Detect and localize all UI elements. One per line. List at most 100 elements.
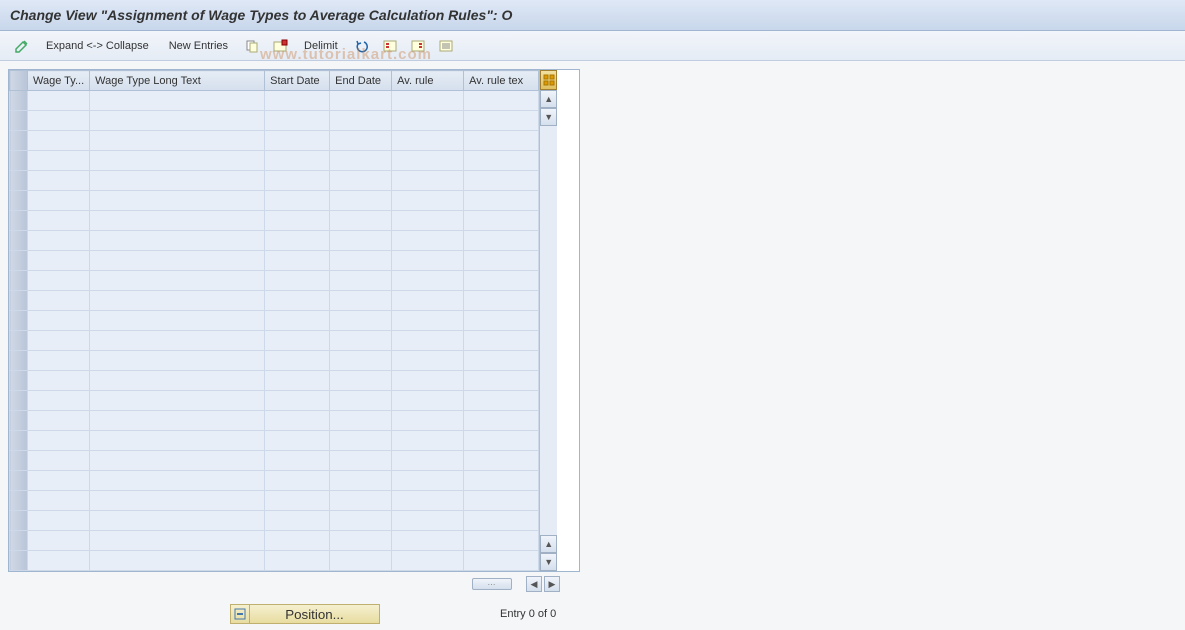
cell[interactable] <box>90 351 265 371</box>
cell[interactable] <box>392 431 464 451</box>
cell[interactable] <box>28 491 90 511</box>
cell[interactable] <box>330 91 392 111</box>
cell[interactable] <box>265 171 330 191</box>
cell[interactable] <box>28 91 90 111</box>
deselect-all-icon[interactable] <box>406 36 430 56</box>
cell[interactable] <box>392 251 464 271</box>
cell[interactable] <box>330 191 392 211</box>
new-entries-button[interactable]: New Entries <box>161 38 236 54</box>
cell[interactable] <box>28 231 90 251</box>
cell[interactable] <box>265 211 330 231</box>
cell[interactable] <box>90 431 265 451</box>
cell[interactable] <box>28 531 90 551</box>
cell[interactable] <box>90 451 265 471</box>
cell[interactable] <box>392 471 464 491</box>
cell[interactable] <box>392 291 464 311</box>
cell[interactable] <box>28 471 90 491</box>
cell[interactable] <box>90 511 265 531</box>
delimit-button[interactable]: Delimit <box>296 38 346 54</box>
cell[interactable] <box>392 511 464 531</box>
cell[interactable] <box>392 551 464 571</box>
cell[interactable] <box>464 311 539 331</box>
row-selector[interactable] <box>10 531 28 551</box>
cell[interactable] <box>330 531 392 551</box>
cell[interactable] <box>265 391 330 411</box>
cell[interactable] <box>90 251 265 271</box>
cell[interactable] <box>28 251 90 271</box>
cell[interactable] <box>392 351 464 371</box>
cell[interactable] <box>464 551 539 571</box>
scroll-right-icon[interactable]: ▶ <box>544 576 560 592</box>
col-wage-long-text[interactable]: Wage Type Long Text <box>90 71 265 91</box>
cell[interactable] <box>464 271 539 291</box>
cell[interactable] <box>265 331 330 351</box>
row-selector[interactable] <box>10 211 28 231</box>
cell[interactable] <box>330 291 392 311</box>
cell[interactable] <box>464 391 539 411</box>
cell[interactable] <box>330 111 392 131</box>
cell[interactable] <box>464 371 539 391</box>
cell[interactable] <box>464 291 539 311</box>
cell[interactable] <box>28 111 90 131</box>
cell[interactable] <box>90 271 265 291</box>
col-wage-type[interactable]: Wage Ty... <box>28 71 90 91</box>
select-all-rows[interactable] <box>10 71 28 91</box>
select-all-icon[interactable] <box>378 36 402 56</box>
cell[interactable] <box>392 151 464 171</box>
change-mode-icon[interactable] <box>10 36 34 56</box>
row-selector[interactable] <box>10 191 28 211</box>
cell[interactable] <box>265 131 330 151</box>
cell[interactable] <box>464 151 539 171</box>
undo-icon[interactable] <box>350 36 374 56</box>
cell[interactable] <box>265 431 330 451</box>
cell[interactable] <box>330 331 392 351</box>
cell[interactable] <box>464 191 539 211</box>
cell[interactable] <box>265 311 330 331</box>
row-selector[interactable] <box>10 231 28 251</box>
cell[interactable] <box>90 231 265 251</box>
cell[interactable] <box>330 451 392 471</box>
cell[interactable] <box>90 531 265 551</box>
cell[interactable] <box>330 371 392 391</box>
cell[interactable] <box>28 551 90 571</box>
position-button[interactable]: Position... <box>250 604 380 624</box>
cell[interactable] <box>28 171 90 191</box>
cell[interactable] <box>265 371 330 391</box>
cell[interactable] <box>28 311 90 331</box>
cell[interactable] <box>28 391 90 411</box>
cell[interactable] <box>90 211 265 231</box>
cell[interactable] <box>392 451 464 471</box>
cell[interactable] <box>90 391 265 411</box>
cell[interactable] <box>330 411 392 431</box>
cell[interactable] <box>330 491 392 511</box>
row-selector[interactable] <box>10 251 28 271</box>
cell[interactable] <box>330 131 392 151</box>
cell[interactable] <box>330 511 392 531</box>
cell[interactable] <box>28 371 90 391</box>
cell[interactable] <box>464 531 539 551</box>
cell[interactable] <box>330 431 392 451</box>
cell[interactable] <box>464 331 539 351</box>
cell[interactable] <box>464 351 539 371</box>
cell[interactable] <box>464 131 539 151</box>
row-selector[interactable] <box>10 351 28 371</box>
cell[interactable] <box>330 231 392 251</box>
row-selector[interactable] <box>10 511 28 531</box>
cell[interactable] <box>392 391 464 411</box>
row-selector[interactable] <box>10 311 28 331</box>
cell[interactable] <box>28 211 90 231</box>
cell[interactable] <box>28 431 90 451</box>
row-selector[interactable] <box>10 151 28 171</box>
cell[interactable] <box>265 531 330 551</box>
cell[interactable] <box>265 251 330 271</box>
cell[interactable] <box>392 271 464 291</box>
cell[interactable] <box>330 551 392 571</box>
row-selector[interactable] <box>10 371 28 391</box>
cell[interactable] <box>392 231 464 251</box>
cell[interactable] <box>330 151 392 171</box>
table-settings-icon[interactable] <box>540 70 557 90</box>
cell[interactable] <box>464 251 539 271</box>
cell[interactable] <box>392 411 464 431</box>
cell[interactable] <box>265 91 330 111</box>
cell[interactable] <box>392 131 464 151</box>
